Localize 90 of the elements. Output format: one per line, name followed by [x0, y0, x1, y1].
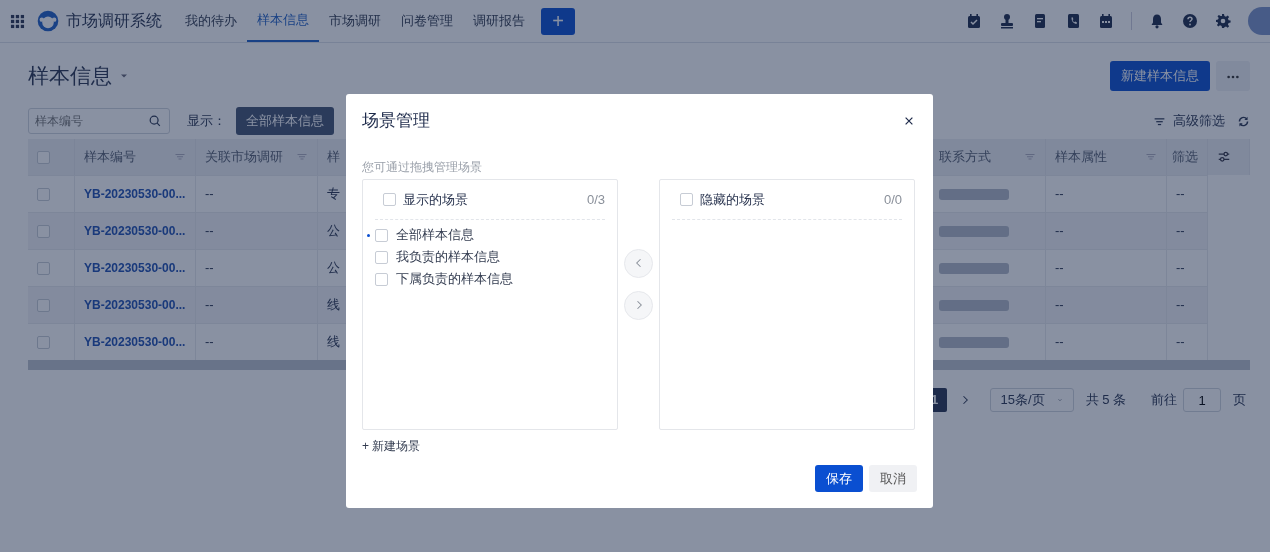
nav-tab[interactable]: 问卷管理	[390, 0, 463, 42]
table-cell-text: 公	[327, 222, 340, 241]
count-label: 0/0	[883, 190, 902, 209]
checkbox[interactable]	[37, 298, 50, 312]
logo-icon	[37, 10, 59, 32]
panel-title: 隐藏的场景	[699, 190, 765, 209]
scene-item[interactable]: 我负责的样本信息	[396, 247, 500, 267]
table-cell-text: --	[1055, 296, 1064, 315]
table-cell-text: --	[205, 296, 214, 315]
stamp-icon[interactable]	[999, 13, 1015, 29]
document-icon[interactable]	[1032, 13, 1048, 29]
total-count: 共 5 条	[1085, 391, 1126, 410]
table-cell-text: --	[205, 259, 214, 278]
redacted-mark	[939, 262, 1009, 274]
page-title: 样本信息	[28, 63, 112, 90]
checkbox[interactable]	[375, 250, 388, 264]
nav-tab[interactable]: 样本信息	[246, 0, 319, 42]
table-cell-text: 专	[327, 185, 340, 204]
add-button[interactable]: +	[541, 7, 575, 35]
table-cell-text: --	[1055, 259, 1064, 278]
display-label: 显示：	[186, 112, 226, 131]
page-size-select[interactable]: 15条/页	[989, 388, 1074, 412]
search-icon[interactable]	[148, 114, 162, 128]
save-button[interactable]: 保存	[814, 464, 863, 492]
advanced-filter-link[interactable]: 高级筛选	[1172, 111, 1225, 131]
checkbox[interactable]	[375, 228, 388, 242]
dialog-title: 场景管理	[362, 110, 430, 132]
phone-book-icon[interactable]	[1065, 13, 1081, 29]
checkbox[interactable]	[37, 335, 50, 349]
apps-grid-icon[interactable]	[10, 13, 25, 29]
table-cell-text: --	[1176, 296, 1185, 315]
new-sample-button[interactable]: 新建样本信息	[1109, 61, 1210, 91]
sample-link[interactable]: YB-20230530-00...	[84, 333, 186, 351]
notification-icon[interactable]	[1149, 13, 1165, 29]
table-cell-text: --	[205, 185, 214, 204]
hint-text: 您可通过拖拽管理场景	[362, 158, 483, 176]
table-cell-text: --	[205, 333, 214, 352]
table-cell-text: --	[1176, 185, 1185, 204]
checkbox[interactable]	[37, 150, 50, 164]
more-button[interactable]	[1216, 61, 1250, 91]
scene-item[interactable]: 全部样本信息	[396, 225, 474, 245]
goto-label: 前往	[1151, 391, 1177, 410]
table-cell-text: --	[1176, 333, 1185, 352]
redacted-mark	[939, 299, 1009, 311]
column-header: 联系方式	[939, 148, 991, 167]
table-cell-text: --	[1176, 259, 1185, 278]
checkbox[interactable]	[383, 192, 396, 206]
settings-icon[interactable]	[1215, 13, 1231, 29]
sample-link[interactable]: YB-20230530-00...	[84, 185, 186, 203]
search-field[interactable]: 样本编号	[28, 108, 170, 134]
table-cell-text: 线	[327, 296, 340, 315]
table-cell-text: --	[1055, 333, 1064, 352]
count-label: 0/3	[586, 190, 605, 209]
column-header: 样	[327, 148, 340, 167]
checkbox[interactable]	[680, 192, 693, 206]
column-header: 筛选	[1172, 148, 1198, 167]
column-settings-icon[interactable]	[1217, 150, 1231, 164]
cancel-button[interactable]: 取消	[869, 464, 917, 492]
redacted-mark	[939, 225, 1009, 237]
column-header: 样本属性	[1055, 148, 1107, 167]
nav-tab[interactable]: 市场调研	[318, 0, 391, 42]
page-unit-label: 页	[1233, 391, 1246, 410]
column-header: 关联市场调研	[205, 148, 283, 167]
scene-tab[interactable]: 全部样本信息	[235, 107, 334, 135]
refresh-icon[interactable]	[1237, 114, 1250, 128]
table-cell-text: 公	[327, 259, 340, 278]
calendar-icon[interactable]	[1098, 13, 1114, 29]
checkbox[interactable]	[375, 272, 388, 286]
app-title: 市场调研系统	[65, 11, 162, 31]
nav-tab[interactable]: 我的待办	[174, 0, 247, 42]
nav-tab[interactable]: 调研报告	[462, 0, 535, 42]
table-cell-text: --	[205, 222, 214, 241]
checkbox[interactable]	[37, 261, 50, 275]
help-icon[interactable]	[1182, 13, 1198, 29]
redacted-mark	[939, 188, 1009, 200]
scene-item[interactable]: 下属负责的样本信息	[396, 269, 513, 289]
redacted-mark	[939, 336, 1009, 348]
new-scene-link[interactable]: + 新建场景	[362, 436, 917, 455]
panel-title: 显示的场景	[402, 190, 468, 209]
column-header: 样本编号	[84, 148, 136, 167]
page-input[interactable]: 1	[1183, 388, 1221, 412]
checkbox[interactable]	[37, 224, 50, 238]
calendar-check-icon[interactable]	[966, 13, 982, 29]
table-cell-text: --	[1055, 185, 1064, 204]
sample-link[interactable]: YB-20230530-00...	[84, 259, 186, 277]
table-cell-text: --	[1055, 222, 1064, 241]
checkbox[interactable]	[37, 187, 50, 201]
table-cell-text: --	[1176, 222, 1185, 241]
table-cell-text: 线	[327, 333, 340, 352]
avatar-icon[interactable]	[1248, 7, 1270, 35]
